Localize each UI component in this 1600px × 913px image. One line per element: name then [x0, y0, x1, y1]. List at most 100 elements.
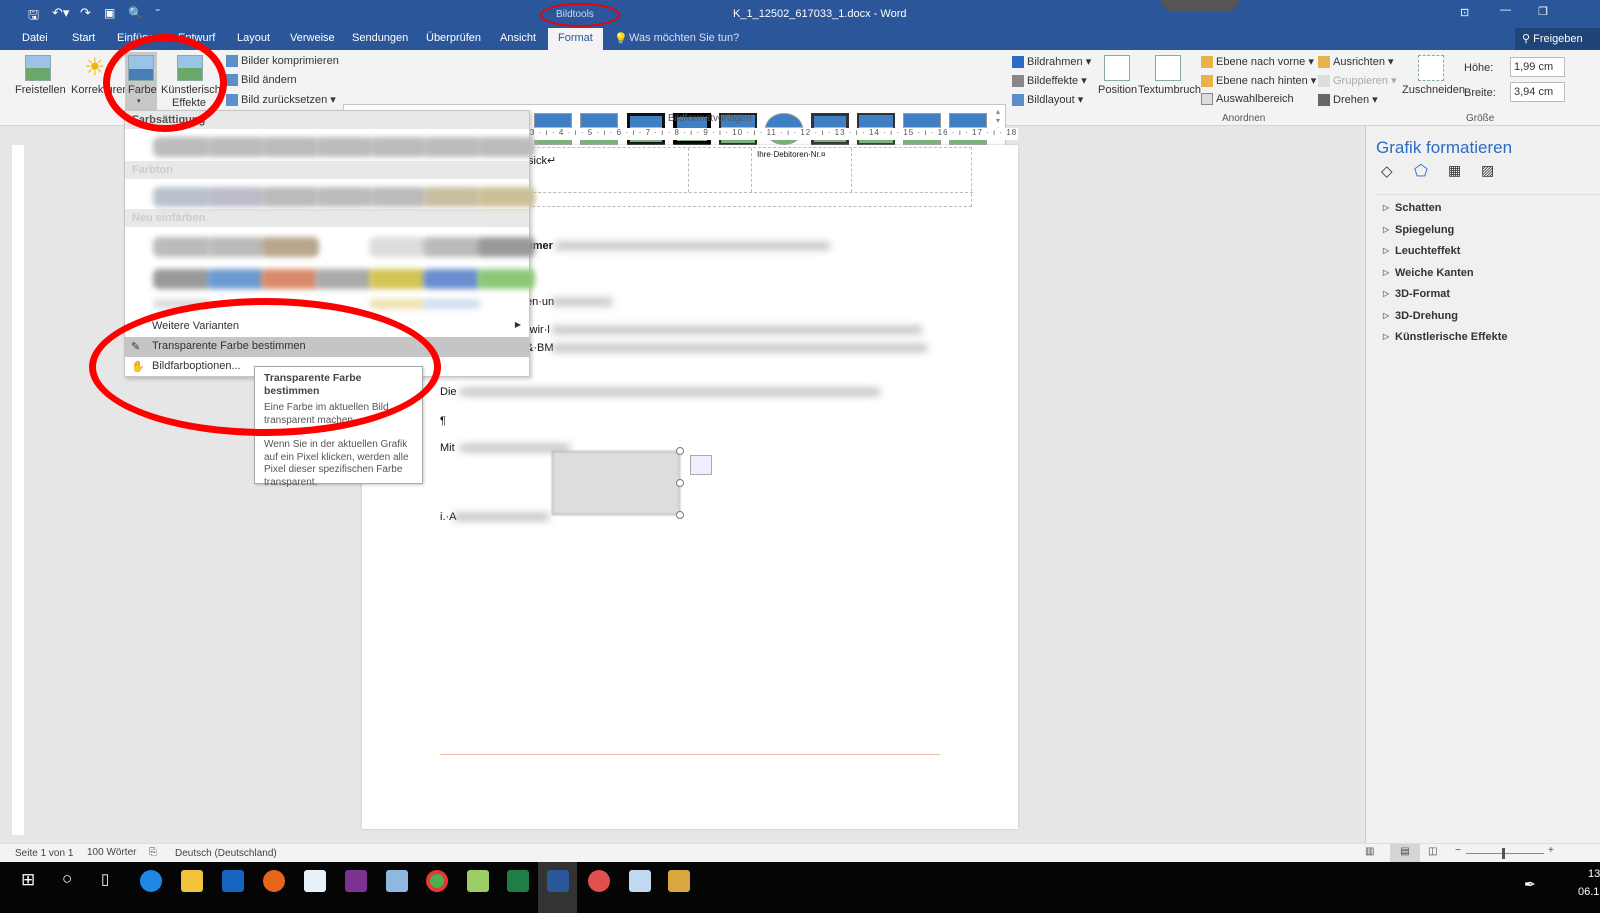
restore-icon[interactable]: ❐ — [1538, 5, 1548, 18]
read-mode-icon[interactable]: ▥ — [1365, 846, 1374, 857]
ie-icon[interactable] — [140, 870, 162, 892]
proofing-icon[interactable]: ⎘ — [149, 847, 157, 858]
pane-item-weiche-kanten[interactable]: Weiche Kanten — [1383, 267, 1474, 279]
tab-ueberpruefen[interactable]: Überprüfen — [426, 32, 481, 44]
pane-item-3d-drehung[interactable]: 3D-Drehung — [1383, 310, 1458, 322]
zuschneiden-button[interactable]: Zuschneiden — [1402, 84, 1465, 96]
layout-options-icon[interactable] — [690, 455, 712, 475]
share-button[interactable]: ⚲ Freigeben — [1522, 32, 1583, 45]
app-icon[interactable] — [467, 870, 489, 892]
selected-picture[interactable] — [552, 451, 680, 515]
web-layout-icon[interactable]: ◫ — [1428, 846, 1437, 857]
resize-handle[interactable] — [676, 479, 684, 487]
tab-verweise[interactable]: Verweise — [290, 32, 335, 44]
tab-format[interactable]: Format — [548, 28, 603, 50]
resize-handle[interactable] — [676, 447, 684, 455]
pane-item-spiegelung[interactable]: Spiegelung — [1383, 224, 1454, 236]
resize-handle[interactable] — [676, 511, 684, 519]
reset-picture-button[interactable]: Bild zurücksetzen ▾ — [226, 93, 336, 107]
tooltip-title: Transparente Farbe bestimmen — [264, 372, 362, 397]
windows-start-icon[interactable]: ⊞ — [21, 870, 35, 890]
clock-time[interactable]: 13 — [1588, 868, 1600, 880]
zoom-in-button[interactable]: + — [1548, 845, 1554, 856]
app-icon[interactable] — [629, 870, 651, 892]
textumbruch-button[interactable]: Textumbruch — [1138, 84, 1201, 96]
tab-entwurf[interactable]: Entwurf — [178, 32, 215, 44]
explorer-icon[interactable] — [181, 870, 203, 892]
customize-icon[interactable]: ⁼ — [155, 7, 160, 18]
cortana-icon[interactable]: ○ — [62, 869, 72, 889]
pane-item-kuenstlerische-effekte[interactable]: Künstlerische Effekte — [1383, 331, 1508, 343]
tab-layout[interactable]: Layout — [237, 32, 270, 44]
clock-date[interactable]: 06.1 — [1578, 886, 1599, 898]
bring-forward-button[interactable]: Ebene nach vorne ▾ — [1201, 55, 1314, 69]
fill-line-icon[interactable]: ◇ — [1381, 162, 1393, 180]
word-icon[interactable] — [547, 870, 569, 892]
kuenstlerische-effekte-button[interactable]: Künstlerische — [161, 84, 227, 96]
pane-item-3d-format[interactable]: 3D-Format — [1383, 288, 1450, 300]
zoom-slider[interactable] — [1466, 853, 1544, 854]
app-icon[interactable] — [304, 870, 326, 892]
pen-icon[interactable]: ✒ — [1524, 876, 1536, 893]
ribbon-display-icon[interactable]: ⊡ — [1460, 6, 1469, 19]
tab-ansicht[interactable]: Ansicht — [500, 32, 536, 44]
tell-me-input[interactable]: Was möchten Sie tun? — [629, 32, 739, 44]
height-input[interactable]: 1,99 cm — [1510, 57, 1565, 77]
snipping-icon[interactable] — [588, 870, 610, 892]
width-input[interactable]: 3,94 cm — [1510, 82, 1565, 102]
save-as-icon[interactable]: ▣ — [104, 6, 115, 20]
tab-start[interactable]: Start — [72, 32, 95, 44]
color-swatches[interactable] — [153, 129, 535, 309]
page-count[interactable]: Seite 1 von 1 — [15, 848, 73, 859]
undo-icon[interactable]: ↶▾ — [52, 5, 69, 21]
tab-einfuegen[interactable]: Einfügen — [117, 32, 160, 44]
picture-border-button[interactable]: Bildrahmen ▾ — [1012, 55, 1091, 69]
picture-effects-button[interactable]: Bildeffekte ▾ — [1012, 74, 1087, 88]
layout-size-icon[interactable]: ▦ — [1448, 162, 1461, 179]
zoom-slider-thumb[interactable] — [1502, 848, 1505, 859]
redo-icon[interactable]: ↷ — [80, 5, 91, 21]
word-count[interactable]: 100 Wörter — [87, 847, 136, 858]
app-icon[interactable] — [668, 870, 690, 892]
touch-handle — [1160, 0, 1240, 12]
section-saturation: Farbsättigung — [125, 111, 529, 129]
firefox-icon[interactable] — [263, 870, 285, 892]
task-view-icon[interactable]: ▯ — [101, 870, 109, 888]
pane-item-schatten[interactable]: Schatten — [1383, 202, 1442, 214]
position-button[interactable]: Position — [1098, 84, 1137, 96]
print-preview-icon[interactable]: 🔍 — [128, 6, 143, 20]
menu-item-set-transparent-color[interactable]: ✎ Transparente Farbe bestimmen — [125, 337, 529, 357]
selection-pane-button[interactable]: Auswahlbereich — [1201, 93, 1294, 106]
chrome-icon[interactable] — [426, 870, 448, 892]
app-icon[interactable] — [386, 870, 408, 892]
tab-datei[interactable]: Datei — [22, 32, 48, 44]
vertical-ruler[interactable] — [12, 145, 24, 835]
minimize-icon[interactable]: — — [1500, 4, 1511, 16]
effects-icon[interactable]: ⬠ — [1414, 161, 1428, 181]
language[interactable]: Deutsch (Deutschland) — [175, 848, 277, 859]
layout-label: Bildlayout — [1027, 94, 1075, 106]
outlook-icon[interactable] — [222, 870, 244, 892]
picture-layout-button[interactable]: Bildlayout ▾ — [1012, 93, 1083, 107]
freistellen-button[interactable]: Freistellen — [15, 84, 66, 96]
rotate-button[interactable]: Drehen ▾ — [1318, 93, 1378, 107]
doc-text: Mit — [440, 442, 455, 454]
horizontal-ruler[interactable]: 3 · ı · 4 · ı · 5 · ı · 6 · ı · 7 · ı · … — [530, 128, 1018, 140]
group-button[interactable]: Gruppieren ▾ — [1318, 74, 1397, 88]
compress-pictures-button[interactable]: Bilder komprimieren — [226, 55, 339, 68]
change-picture-button[interactable]: Bild ändern — [226, 74, 297, 87]
pane-item-leuchteffekt[interactable]: Leuchteffekt — [1383, 245, 1460, 257]
onenote-icon[interactable] — [345, 870, 367, 892]
tab-sendungen[interactable]: Sendungen — [352, 32, 408, 44]
align-button[interactable]: Ausrichten ▾ — [1318, 55, 1394, 69]
zoom-out-button[interactable]: − — [1455, 845, 1461, 856]
excel-icon[interactable] — [507, 870, 529, 892]
save-icon[interactable]: 🖫 — [28, 6, 39, 28]
farbe-button[interactable]: Farbe ▾ — [125, 52, 157, 110]
picture-icon[interactable]: ▨ — [1481, 162, 1494, 179]
menu-item-more-variants[interactable]: Weitere Varianten ▶ — [125, 317, 529, 337]
send-backward-button[interactable]: Ebene nach hinten ▾ — [1201, 74, 1316, 88]
korrekturen-button[interactable]: Korrekturen — [71, 84, 128, 96]
print-layout-icon[interactable]: ▤ — [1390, 844, 1420, 862]
title-bar: 🖫 ↶▾ ↷ ▣ 🔍 ⁼ Bildtools K_1_12502_617033_… — [0, 0, 1600, 28]
